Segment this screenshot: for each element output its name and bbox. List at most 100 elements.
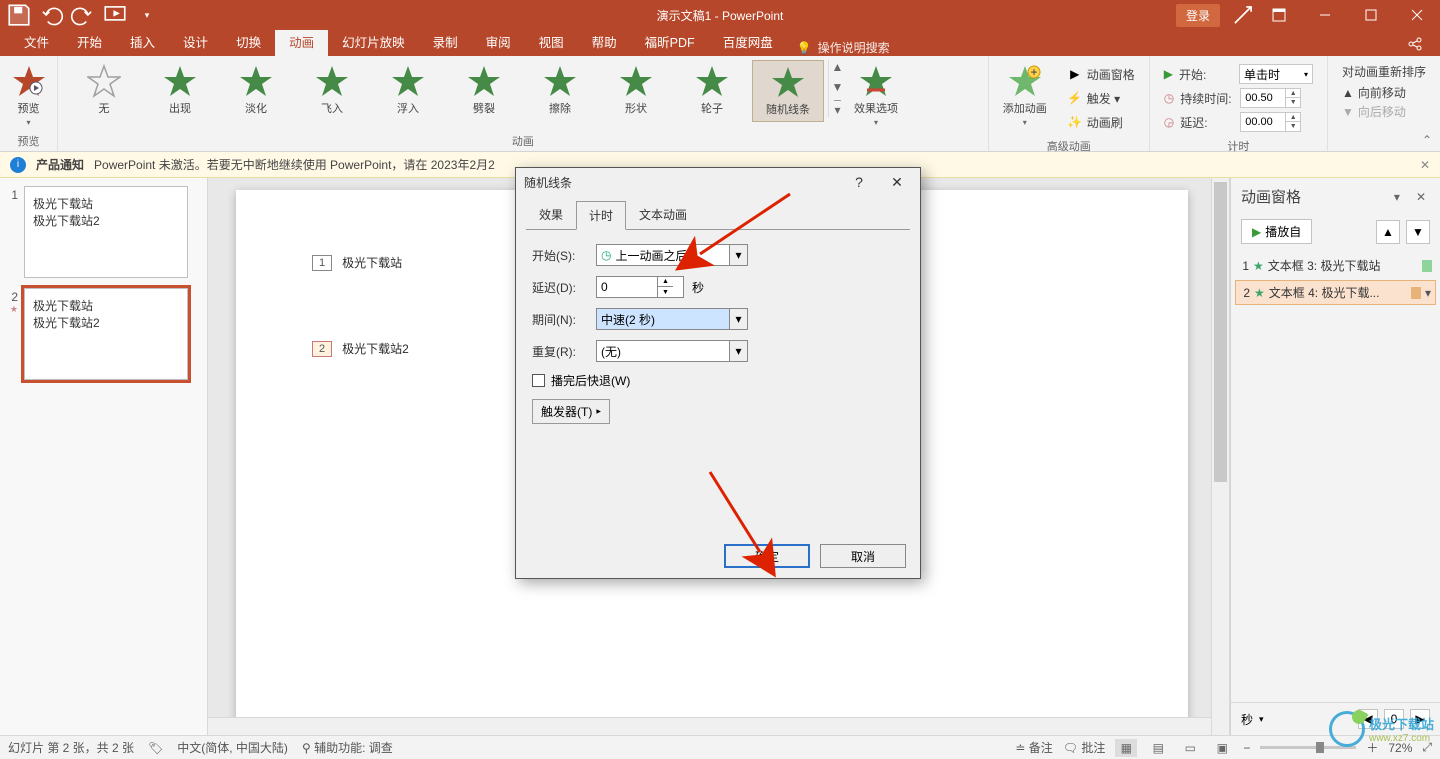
chevron-down-icon[interactable]: ▾	[729, 245, 747, 265]
save-icon[interactable]	[6, 2, 32, 28]
comments-button[interactable]: 🗨 批注	[1063, 739, 1106, 756]
language-indicator[interactable]: 中文(简体, 中国大陆)	[177, 739, 288, 756]
vertical-scrollbar[interactable]	[1211, 178, 1229, 735]
delay-clock-icon: ◶	[1164, 115, 1174, 129]
tab-insert[interactable]: 插入	[116, 27, 169, 56]
effect-劈裂[interactable]: 劈裂	[448, 60, 520, 120]
trigger-button[interactable]: 触发器(T)▾	[532, 399, 610, 424]
repeat-combobox[interactable]: (无)▾	[596, 340, 748, 362]
tab-view[interactable]: 视图	[525, 27, 578, 56]
effect-浮入[interactable]: 浮入	[372, 60, 444, 120]
slide-textbox-2[interactable]: 2 极光下载站2	[312, 340, 409, 357]
accessibility-indicator[interactable]: ⚲ 辅助功能: 调查	[302, 739, 393, 756]
spellcheck-icon[interactable]: 🏷	[148, 741, 163, 755]
reorder-header: 对动画重新排序	[1342, 63, 1426, 80]
effect-轮子[interactable]: 轮子	[676, 60, 748, 120]
tell-me[interactable]: 💡 操作说明搜索	[797, 39, 890, 56]
close-button[interactable]	[1394, 0, 1440, 30]
star-icon	[391, 64, 425, 98]
slideshow-view-icon[interactable]: ▣	[1211, 739, 1233, 757]
effects-gallery-more[interactable]: ▲▼▾	[828, 60, 844, 117]
tab-design[interactable]: 设计	[169, 27, 222, 56]
undo-icon[interactable]	[38, 2, 64, 28]
move-forward-button[interactable]: ▲向前移动	[1342, 84, 1426, 101]
anim-order-badge: 2	[312, 341, 332, 357]
animation-pane-button[interactable]: ▶动画窗格	[1067, 63, 1135, 85]
chevron-down-icon[interactable]: ▾	[1425, 286, 1431, 300]
tab-transition[interactable]: 切换	[222, 27, 275, 56]
tab-record[interactable]: 录制	[419, 27, 472, 56]
cancel-button[interactable]: 取消	[820, 544, 906, 568]
ribbon-tabs: 文件 开始 插入 设计 切换 动画 幻灯片放映 录制 审阅 视图 帮助 福昕PD…	[0, 30, 1440, 56]
chevron-down-icon[interactable]: ▾	[1259, 714, 1264, 725]
period-combobox[interactable]: 中速(2 秒)▾	[596, 308, 748, 330]
effect-options-button[interactable]: 效果选项▾	[848, 60, 904, 131]
preview-button[interactable]: 预览▾	[6, 60, 51, 131]
coming-soon-icon[interactable]	[1230, 2, 1256, 28]
chevron-down-icon[interactable]: ▾	[729, 341, 747, 361]
effect-无[interactable]: 无	[68, 60, 140, 120]
dialog-tab-effect[interactable]: 效果	[526, 200, 576, 229]
play-from-button[interactable]: ▶播放自	[1241, 219, 1312, 244]
trigger-button[interactable]: ⚡触发 ▾	[1067, 87, 1135, 109]
delay-input[interactable]: ▲▼	[596, 276, 684, 298]
share-button[interactable]	[1400, 33, 1430, 56]
tab-baidu[interactable]: 百度网盘	[709, 27, 787, 56]
effect-淡化[interactable]: 淡化	[220, 60, 292, 120]
msgbar-close-icon[interactable]: ✕	[1420, 158, 1430, 172]
tab-file[interactable]: 文件	[10, 27, 63, 56]
add-animation-button[interactable]: +添加动画▾	[995, 60, 1055, 131]
start-combobox[interactable]: ◷上一动画之后▾	[596, 244, 748, 266]
reading-view-icon[interactable]: ▭	[1179, 739, 1201, 757]
dialog-tab-timing[interactable]: 计时	[576, 201, 626, 230]
chevron-down-icon: ▾	[593, 409, 604, 414]
ribbon-display-icon[interactable]	[1256, 0, 1302, 30]
tab-home[interactable]: 开始	[63, 27, 116, 56]
duration-spinner[interactable]: ▲▼	[1240, 88, 1301, 108]
thumbnail-1[interactable]: 1极光下载站极光下载站2	[4, 186, 203, 278]
dialog-close-icon[interactable]: ✕	[882, 174, 912, 191]
effect-随机线条[interactable]: 随机线条	[752, 60, 824, 122]
normal-view-icon[interactable]: ▦	[1115, 739, 1137, 757]
chevron-down-icon[interactable]: ▾	[729, 309, 747, 329]
start-select[interactable]: 单击时▾	[1239, 64, 1313, 84]
move-up-button[interactable]: ▲	[1376, 220, 1400, 244]
redo-icon[interactable]	[70, 2, 96, 28]
delay-spinner[interactable]: ▲▼	[1240, 112, 1301, 132]
qat-more-icon[interactable]: ▾	[134, 2, 160, 28]
pane-close-icon[interactable]: ✕	[1412, 188, 1430, 206]
sorter-view-icon[interactable]: ▤	[1147, 739, 1169, 757]
dialog-tab-textanim[interactable]: 文本动画	[626, 200, 700, 229]
tab-slideshow[interactable]: 幻灯片放映	[328, 27, 419, 56]
tab-animation[interactable]: 动画	[275, 27, 328, 56]
login-button[interactable]: 登录	[1176, 4, 1220, 27]
anim-order-badge: 1	[312, 255, 332, 271]
collapse-ribbon-icon[interactable]: ⌃	[1422, 133, 1432, 147]
tab-review[interactable]: 审阅	[472, 27, 525, 56]
slide-textbox-1[interactable]: 1 极光下载站	[312, 254, 402, 271]
anim-item-1[interactable]: 1★文本框 3: 极光下载站	[1235, 254, 1436, 277]
tab-foxit[interactable]: 福昕PDF	[631, 27, 709, 56]
effect-形状[interactable]: 形状	[600, 60, 672, 120]
horizontal-scrollbar[interactable]	[208, 717, 1211, 735]
tab-help[interactable]: 帮助	[578, 27, 631, 56]
ok-button[interactable]: 确定	[724, 544, 810, 568]
notes-button[interactable]: ≐ 备注	[1015, 739, 1052, 756]
play-icon: ▶	[1164, 67, 1173, 81]
clock-icon: ◷	[601, 248, 611, 262]
effect-出现[interactable]: 出现	[144, 60, 216, 120]
dialog-help-icon[interactable]: ?	[844, 174, 874, 190]
effect-擦除[interactable]: 擦除	[524, 60, 596, 120]
maximize-button[interactable]	[1348, 0, 1394, 30]
slideshow-start-icon[interactable]	[102, 2, 128, 28]
zoom-out-button[interactable]: −	[1243, 741, 1250, 755]
move-down-button[interactable]: ▼	[1406, 220, 1430, 244]
anim-item-2[interactable]: 2★文本框 4: 极光下载...▾	[1235, 280, 1436, 305]
effect-飞入[interactable]: 飞入	[296, 60, 368, 120]
animation-painter-button[interactable]: ✨动画刷	[1067, 111, 1135, 133]
minimize-button[interactable]	[1302, 0, 1348, 30]
thumbnail-2[interactable]: 2★极光下载站极光下载站2	[4, 288, 203, 380]
rewind-checkbox[interactable]: 播完后快退(W)	[532, 372, 904, 389]
pane-menu-icon[interactable]: ▾	[1390, 188, 1404, 206]
slide-indicator[interactable]: 幻灯片 第 2 张，共 2 张	[8, 739, 134, 756]
